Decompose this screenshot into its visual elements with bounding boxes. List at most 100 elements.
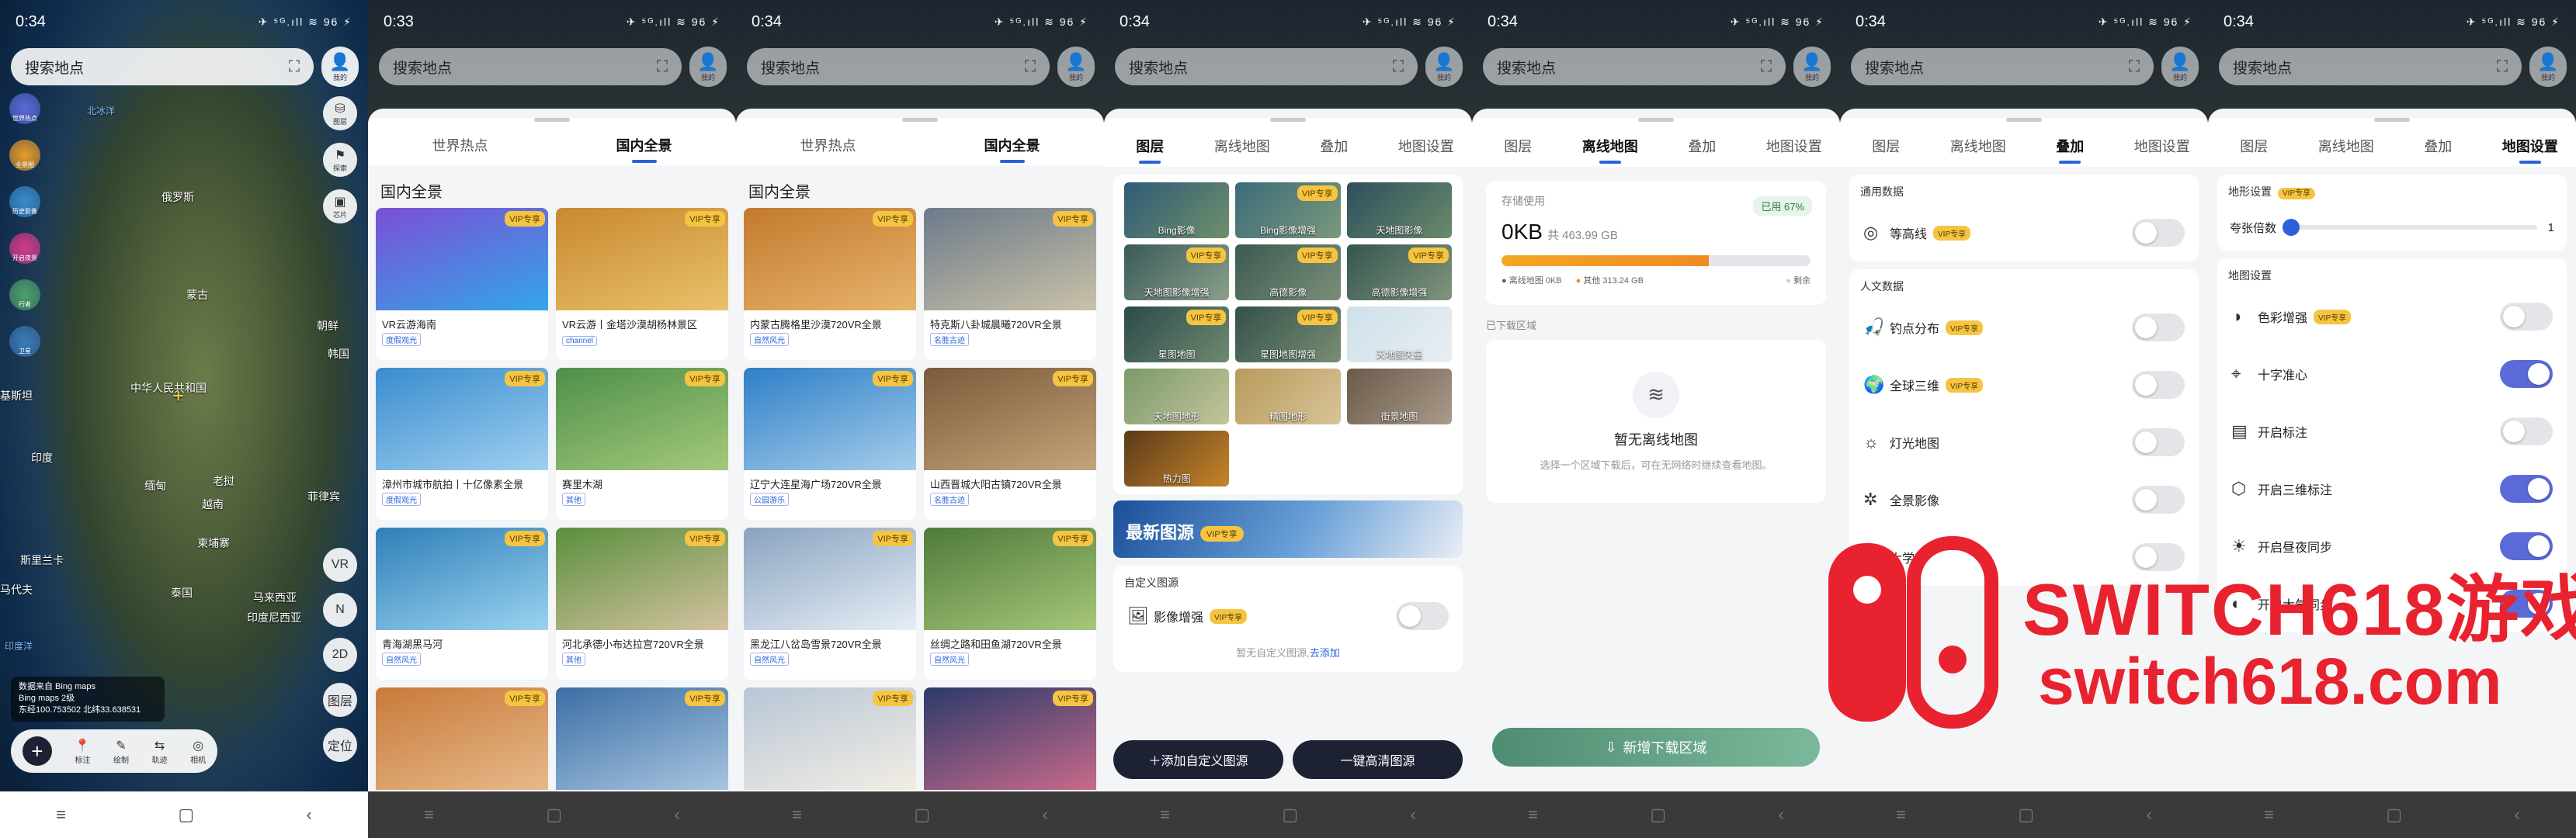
tool-2[interactable]: ⇆ 轨迹 — [152, 738, 168, 765]
nav-menu-icon[interactable]: ≡ — [1528, 805, 1538, 825]
sheet-handle[interactable] — [2374, 118, 2410, 122]
toggle[interactable] — [2132, 543, 2185, 571]
scan-icon[interactable]: ⛶ — [1025, 58, 1036, 76]
scan-icon[interactable]: ⛶ — [2129, 58, 2140, 76]
add-button[interactable]: + — [22, 736, 52, 766]
toggle-row[interactable]: ⬡ 开启三维标注 — [2217, 460, 2567, 518]
nav-menu-icon[interactable]: ≡ — [792, 805, 802, 825]
scan-icon[interactable]: ⛶ — [657, 58, 668, 76]
slider-knob[interactable] — [2283, 219, 2300, 236]
map-control-1[interactable]: N — [323, 593, 357, 627]
toggle[interactable] — [2500, 532, 2553, 560]
tool-1[interactable]: ✎ 绘制 — [113, 738, 129, 765]
search-bar[interactable]: 搜索地点 ⛶ — [1851, 48, 2154, 85]
user-avatar[interactable]: 👤 我的 — [1793, 47, 1831, 87]
layers-button[interactable]: ⛁ 图层 — [323, 96, 357, 130]
toggle[interactable] — [2500, 475, 2553, 503]
nav-home-icon[interactable]: ▢ — [1650, 805, 1666, 825]
toggle[interactable] — [2132, 313, 2185, 341]
toggle[interactable] — [2500, 303, 2553, 331]
nav-home-icon[interactable]: ▢ — [2018, 805, 2034, 825]
tab-settings[interactable]: 地图设置 — [2116, 136, 2209, 156]
sheet-handle[interactable] — [1270, 118, 1306, 122]
panorama-card[interactable]: VIP专享 辽宁大连星海广场720VR全景 公园游乐 — [744, 368, 916, 520]
custom-row[interactable]: 🖼 影像增强 VIP专享 — [1113, 595, 1463, 637]
user-avatar[interactable]: 👤 我的 — [2529, 47, 2567, 87]
toggle-row[interactable]: 🎣 钓点分布 VIP专享 — [1849, 299, 2199, 356]
panorama-card[interactable]: VIP专享 赛里木湖 其他 — [556, 368, 728, 520]
panorama-card[interactable]: VIP专享 — [744, 687, 916, 791]
map-control-4[interactable]: 定位 — [323, 728, 357, 762]
layer-tile[interactable]: VIP专享 高德影像增强 — [1346, 244, 1452, 300]
tab-offline[interactable]: 离线地图 — [1564, 136, 1657, 164]
search-bar[interactable]: 搜索地点 ⛶ — [1115, 48, 1418, 85]
nav-back-icon[interactable]: ‹ — [1779, 805, 1784, 825]
nav-home-icon[interactable]: ▢ — [178, 805, 194, 825]
toggle[interactable] — [2132, 486, 2185, 514]
hd-source-button[interactable]: 一键高清图源 — [1293, 740, 1463, 779]
panorama-card[interactable]: VIP专享 VR云游丨金塔沙漠胡杨林景区 channel — [556, 208, 728, 360]
tab-layers[interactable]: 图层 — [1840, 136, 1932, 156]
add-link[interactable]: 去添加 — [1310, 647, 1340, 659]
tab-overlay[interactable]: 叠加 — [2392, 136, 2484, 156]
tab-overlay[interactable]: 叠加 — [1656, 136, 1748, 156]
quick-button-1[interactable]: 全景图 — [9, 140, 40, 171]
tab-settings[interactable]: 地图设置 — [2484, 136, 2576, 164]
nav-back-icon[interactable]: ‹ — [307, 805, 312, 825]
tab-layers[interactable]: 图层 — [2208, 136, 2300, 156]
map-control-3[interactable]: 图层 — [323, 683, 357, 717]
scan-icon[interactable]: ⛶ — [1393, 58, 1404, 76]
tab-domestic[interactable]: 国内全景 — [920, 135, 1104, 163]
exaggeration-slider[interactable] — [2283, 219, 2537, 236]
chip-button[interactable]: ▣ 芯片 — [323, 189, 357, 223]
flag-button[interactable]: ⚑ 探索 — [323, 143, 357, 177]
add-custom-source-button[interactable]: ＋添加自定义图源 — [1113, 740, 1283, 779]
toggle[interactable] — [2500, 417, 2553, 445]
tab-world-hot[interactable]: 世界热点 — [736, 135, 920, 155]
latest-source-banner[interactable]: 最新图源 VIP专享 — [1113, 500, 1463, 558]
toggle-row[interactable]: ☼ 灯光地图 — [1849, 414, 2199, 471]
layer-tile[interactable]: 街景地图 — [1346, 369, 1452, 424]
nav-home-icon[interactable]: ▢ — [914, 805, 930, 825]
nav-menu-icon[interactable]: ≡ — [1896, 805, 1906, 825]
nav-back-icon[interactable]: ‹ — [2147, 805, 2152, 825]
nav-home-icon[interactable]: ▢ — [2386, 805, 2402, 825]
map-control-0[interactable]: VR — [323, 548, 357, 582]
user-avatar[interactable]: 👤 我的 — [2161, 47, 2199, 87]
user-avatar[interactable]: 👤 我的 — [689, 47, 727, 87]
tab-offline[interactable]: 离线地图 — [2300, 136, 2393, 156]
panorama-card[interactable]: VIP专享 VR云游海南 度假观光 — [376, 208, 548, 360]
toggle[interactable] — [2132, 371, 2185, 399]
nav-home-icon[interactable]: ▢ — [546, 805, 562, 825]
tab-offline[interactable]: 离线地图 — [1932, 136, 2025, 156]
panorama-card[interactable]: VIP专享 河北承德小布达拉宫720VR全景 其他 — [556, 528, 728, 680]
layer-tile[interactable]: VIP专享 星图地图 — [1124, 306, 1230, 362]
panorama-card[interactable]: VIP专享 青海湖黑马河 自然风光 — [376, 528, 548, 680]
nav-back-icon[interactable]: ‹ — [675, 805, 680, 825]
toggle-row[interactable]: 🌍 全球三维 VIP专享 — [1849, 356, 2199, 414]
user-avatar[interactable]: 👤 我的 — [1057, 47, 1095, 87]
quick-button-4[interactable]: 行者 — [9, 279, 40, 310]
tab-settings[interactable]: 地图设置 — [1748, 136, 1841, 156]
toggle[interactable] — [1396, 602, 1449, 630]
layer-tile[interactable]: 天地图影像 — [1346, 182, 1452, 238]
layer-tile[interactable]: VIP专享 Bing影像增强 — [1235, 182, 1341, 238]
search-bar[interactable]: 搜索地点 ⛶ — [379, 48, 682, 85]
toggle-row[interactable]: ◎ 等高线 VIP专享 — [1849, 204, 2199, 261]
sheet-handle[interactable] — [534, 118, 570, 122]
toggle-row[interactable]: ◑ 色彩增强 VIP专享 — [2217, 288, 2567, 345]
panorama-card[interactable]: VIP专享 — [924, 687, 1096, 791]
layer-tile[interactable]: 天地图地形 — [1124, 369, 1230, 424]
toggle[interactable] — [2500, 360, 2553, 388]
search-bar[interactable]: 搜索地点 ⛶ — [1483, 48, 1786, 85]
layer-tile[interactable]: Bing影像 — [1124, 182, 1230, 238]
nav-menu-icon[interactable]: ≡ — [1160, 805, 1170, 825]
quick-button-3[interactable]: 开启夜景 — [9, 233, 40, 264]
nav-menu-icon[interactable]: ≡ — [424, 805, 434, 825]
user-avatar[interactable]: 👤 我的 — [321, 47, 359, 87]
layer-tile[interactable]: VIP专享 高德影像 — [1235, 244, 1341, 300]
toggle-row[interactable]: ◒ 大学 — [1849, 528, 2199, 586]
toggle-row[interactable]: ◐ 开启大气同步 — [2217, 575, 2567, 632]
tab-offline[interactable]: 离线地图 — [1196, 136, 1289, 156]
toggle-row[interactable]: ⌖ 十字准心 — [2217, 345, 2567, 403]
